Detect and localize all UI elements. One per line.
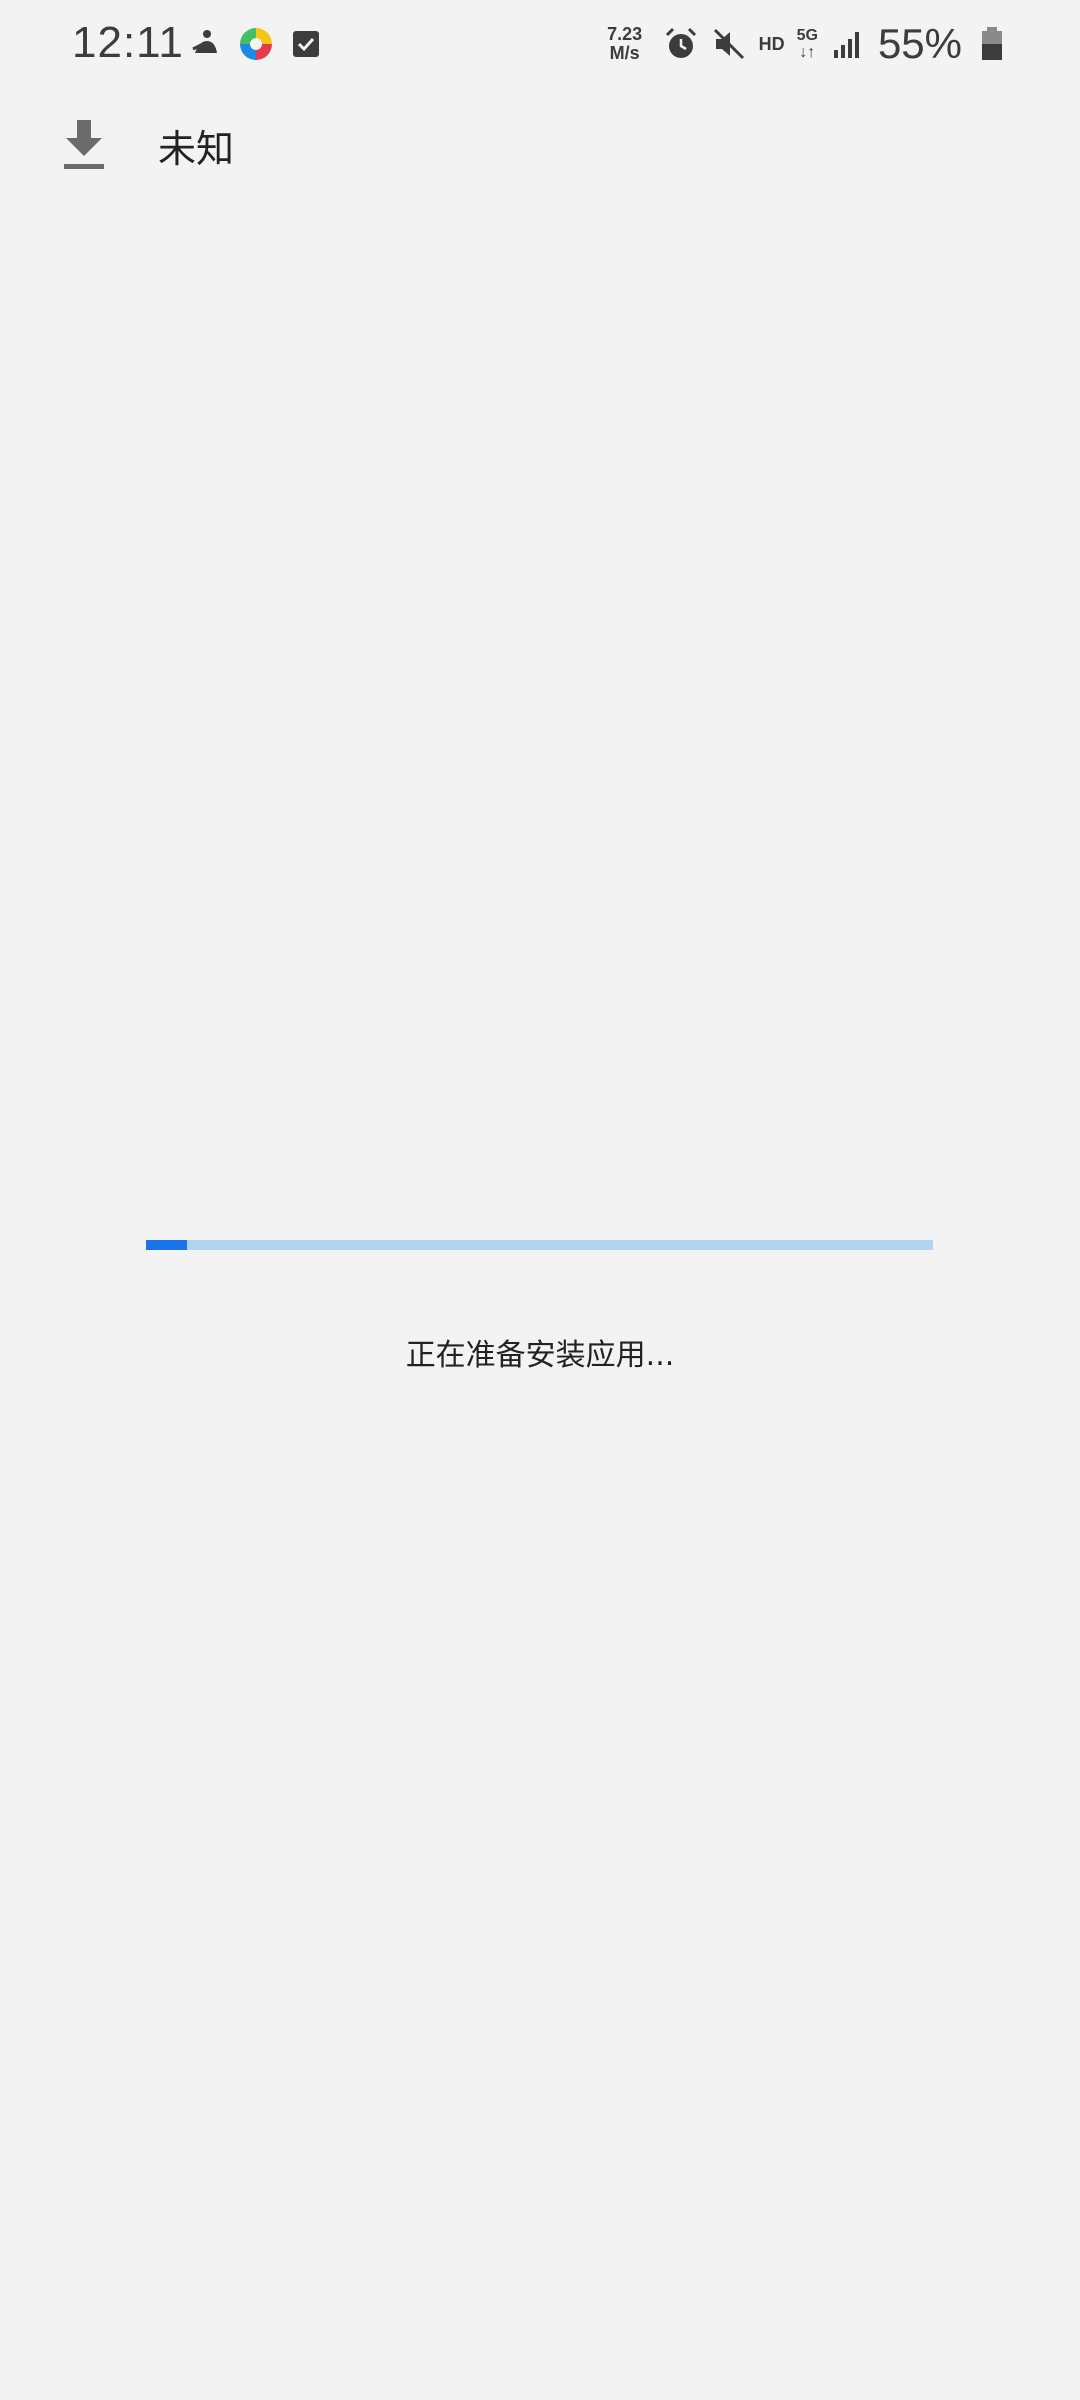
network-type: 5G ↓↑ bbox=[797, 27, 818, 61]
app-header: 未知 bbox=[0, 96, 1080, 200]
mute-icon bbox=[711, 26, 747, 62]
network-speed-value: 7.23 bbox=[607, 24, 643, 44]
installer-screen: 12:11 7.23 M/s HD 5G ↓↑ 55% 未知 正在准备安装应用.… bbox=[0, 0, 1080, 2400]
multicolor-app-icon bbox=[238, 26, 274, 62]
app-name: 未知 bbox=[158, 127, 235, 171]
kite-icon bbox=[188, 26, 224, 62]
checkbox-icon bbox=[288, 26, 324, 62]
network-type-label: 5G bbox=[796, 27, 818, 44]
install-progress-fill bbox=[146, 1240, 187, 1250]
signal-icon bbox=[830, 26, 866, 62]
install-status-text: 正在准备安装应用... bbox=[405, 1338, 675, 1373]
alarm-icon bbox=[663, 26, 699, 62]
battery-icon bbox=[974, 26, 1010, 62]
download-icon bbox=[60, 118, 108, 174]
network-speed-unit: M/s bbox=[609, 43, 640, 63]
system-indicators: 7.23 M/s HD 5G ↓↑ 55% bbox=[599, 20, 1010, 68]
notification-icons bbox=[188, 26, 324, 62]
install-progress-bar bbox=[146, 1240, 933, 1250]
hd-indicator: HD bbox=[758, 33, 785, 54]
data-arrows: ↓↑ bbox=[799, 44, 816, 61]
status-bar: 12:11 7.23 M/s HD 5G ↓↑ 55% bbox=[0, 0, 1080, 96]
network-speed: 7.23 M/s bbox=[599, 25, 651, 63]
status-time: 12:11 bbox=[72, 18, 184, 67]
battery-percent: 55% bbox=[877, 20, 962, 67]
